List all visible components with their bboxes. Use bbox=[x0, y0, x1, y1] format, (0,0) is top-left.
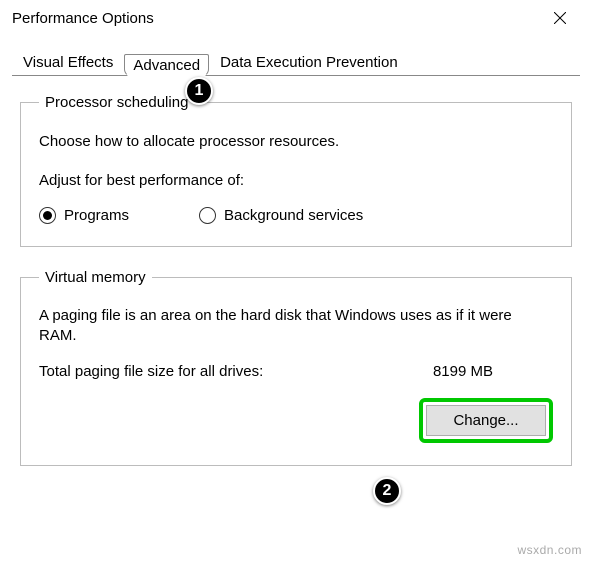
tab-content: Processor scheduling Choose how to alloc… bbox=[0, 76, 592, 506]
adjust-label: Adjust for best performance of: bbox=[39, 172, 553, 189]
change-button[interactable]: Change... bbox=[426, 405, 546, 436]
annotation-callout-1: 1 bbox=[185, 77, 213, 105]
radio-programs[interactable]: Programs bbox=[39, 207, 129, 224]
change-button-highlight: Change... bbox=[419, 398, 553, 443]
tab-advanced[interactable]: Advanced bbox=[124, 54, 209, 77]
total-paging-value: 8199 MB bbox=[433, 363, 553, 380]
tab-data-execution-prevention[interactable]: Data Execution Prevention bbox=[209, 49, 409, 76]
virtual-memory-legend: Virtual memory bbox=[39, 269, 152, 286]
radio-background-label: Background services bbox=[224, 207, 363, 224]
tab-strip: Visual Effects Advanced Data Execution P… bbox=[0, 46, 592, 76]
radio-programs-label: Programs bbox=[64, 207, 129, 224]
annotation-callout-2: 2 bbox=[373, 477, 401, 505]
title-bar: Performance Options bbox=[0, 0, 592, 36]
total-paging-label: Total paging file size for all drives: bbox=[39, 363, 263, 380]
watermark: wsxdn.com bbox=[517, 543, 582, 557]
processor-description: Choose how to allocate processor resourc… bbox=[39, 133, 553, 150]
virtual-memory-description: A paging file is an area on the hard dis… bbox=[39, 306, 553, 347]
radio-icon bbox=[199, 207, 216, 224]
processor-scheduling-group: Processor scheduling Choose how to alloc… bbox=[20, 94, 572, 247]
radio-background-services[interactable]: Background services bbox=[199, 207, 363, 224]
window-title: Performance Options bbox=[12, 10, 154, 27]
virtual-memory-group: Virtual memory A paging file is an area … bbox=[20, 269, 572, 466]
close-button[interactable] bbox=[540, 4, 580, 32]
radio-icon bbox=[39, 207, 56, 224]
close-icon bbox=[554, 12, 566, 24]
processor-scheduling-legend: Processor scheduling bbox=[39, 94, 194, 111]
tab-visual-effects[interactable]: Visual Effects bbox=[12, 49, 124, 76]
